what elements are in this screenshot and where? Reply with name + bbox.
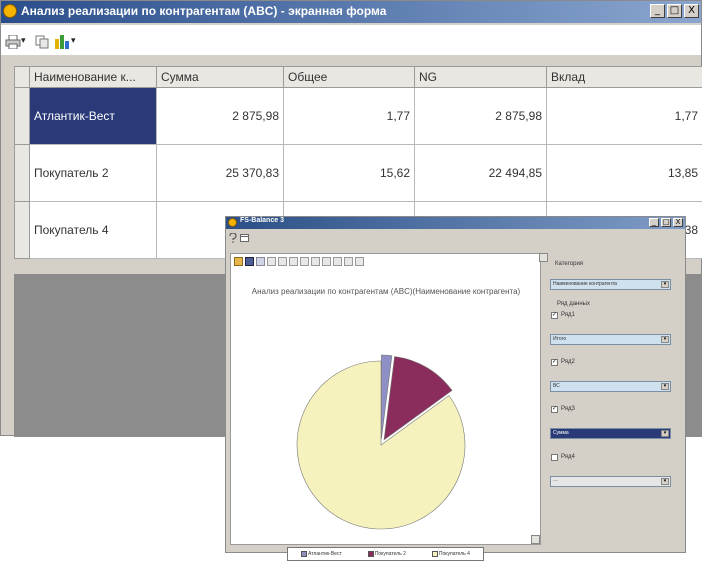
column-header[interactable]: Вклад <box>547 67 702 88</box>
chevron-down-icon[interactable]: ▾ <box>661 478 669 485</box>
legend-item: Покупатель 2 <box>368 551 406 557</box>
series1-value: Итого <box>553 336 566 342</box>
row-header[interactable] <box>15 202 30 259</box>
row-header[interactable] <box>15 88 30 145</box>
series2-value: ВС <box>553 383 560 389</box>
column-header[interactable]: NG <box>415 67 547 88</box>
data-rows-label: Ряд данных <box>557 301 590 307</box>
legend-swatch <box>301 551 307 557</box>
column-header[interactable]: Наименование к... <box>30 67 157 88</box>
table-header-row: Наименование к... Сумма Общее NG Вклад <box>15 67 702 88</box>
legend-item: Атлантик-Вест <box>301 551 342 557</box>
chart-maximize-button[interactable]: □ <box>661 218 671 227</box>
question-icon[interactable] <box>229 233 237 243</box>
chevron-down-icon[interactable]: ▾ <box>661 281 669 288</box>
series3-checkbox[interactable]: ✓ <box>551 406 558 413</box>
category-label: Категория <box>555 261 583 267</box>
chart-window: FS-Balance 3 _ □ X <box>225 216 686 553</box>
copy-button[interactable] <box>35 35 49 52</box>
minimize-button[interactable]: _ <box>650 4 665 18</box>
table-corner <box>15 67 30 88</box>
series2-checkbox[interactable]: ✓ <box>551 359 558 366</box>
table-cell[interactable]: 1,77 <box>547 88 702 145</box>
resize-grip[interactable] <box>531 535 540 544</box>
chart-icon <box>54 34 70 49</box>
chevron-down-icon[interactable]: ▾ <box>661 336 669 343</box>
series4-select[interactable]: — ▾ <box>550 476 671 487</box>
main-title-bar: Анализ реализации по контрагентам (ABC) … <box>1 1 701 23</box>
print-button[interactable] <box>5 35 21 52</box>
series1-select[interactable]: Итого ▾ <box>550 334 671 345</box>
table-row[interactable]: Атлантик-Вест 2 875,98 1,77 2 875,98 1,7… <box>15 88 702 145</box>
panel-scroll-button[interactable] <box>539 253 548 262</box>
chart-minimize-button[interactable]: _ <box>649 218 659 227</box>
row-header[interactable] <box>15 145 30 202</box>
chart-title-bar: FS-Balance 3 _ □ X <box>226 217 685 229</box>
table-cell[interactable]: 2 875,98 <box>415 88 547 145</box>
app-icon <box>3 4 17 18</box>
legend-label: Атлантик-Вест <box>308 551 342 557</box>
copy-icon <box>35 35 49 49</box>
chart-panel: Анализ реализации по контрагентам (ABC)(… <box>230 253 541 545</box>
window-icon[interactable] <box>240 234 249 242</box>
table-cell[interactable]: Покупатель 4 <box>30 202 157 259</box>
series1-label: Ряд1 <box>561 312 575 318</box>
series3-select[interactable]: Сумма ▾ <box>550 428 671 439</box>
chart-app-icon <box>228 218 237 227</box>
chevron-down-icon[interactable]: ▾ <box>661 430 669 437</box>
series4-label: Ряд4 <box>561 454 575 460</box>
maximize-button[interactable]: □ <box>667 4 682 18</box>
chart-legend: Атлантик-Вест Покупатель 2 Покупатель 4 <box>287 547 484 561</box>
pie-chart <box>231 254 540 544</box>
series3-label: Ряд3 <box>561 406 575 412</box>
table-row[interactable]: Покупатель 2 25 370,83 15,62 22 494,85 1… <box>15 145 702 202</box>
chart-window-title: FS-Balance 3 <box>240 217 284 224</box>
column-header[interactable]: Сумма <box>157 67 284 88</box>
series2-select[interactable]: ВС ▾ <box>550 381 671 392</box>
legend-item: Покупатель 4 <box>432 551 470 557</box>
legend-label: Покупатель 2 <box>375 551 406 557</box>
category-select[interactable]: Наименование контрагента ▾ <box>550 279 671 290</box>
chevron-down-icon[interactable]: ▾ <box>661 383 669 390</box>
chart-button[interactable] <box>54 34 70 52</box>
series2-label: Ряд2 <box>561 359 575 365</box>
table-cell[interactable]: 25 370,83 <box>157 145 284 202</box>
chart-dropdown[interactable]: ▾ <box>71 35 76 46</box>
printer-icon <box>5 35 21 49</box>
series1-checkbox[interactable]: ✓ <box>551 312 558 319</box>
series4-checkbox[interactable] <box>551 454 558 461</box>
series3-value: Сумма <box>553 430 569 436</box>
close-button[interactable]: X <box>684 4 699 18</box>
table-cell[interactable]: 15,62 <box>284 145 415 202</box>
legend-swatch <box>368 551 374 557</box>
chart-settings-panel: Категория Наименование контрагента ▾ Ряд… <box>547 253 677 545</box>
chart-close-button[interactable]: X <box>673 218 683 227</box>
table-cell[interactable]: 2 875,98 <box>157 88 284 145</box>
table-cell[interactable]: 1,77 <box>284 88 415 145</box>
print-dropdown[interactable]: ▾ <box>21 35 26 46</box>
table-cell[interactable]: 22 494,85 <box>415 145 547 202</box>
column-header[interactable]: Общее <box>284 67 415 88</box>
main-toolbar: ▾ ▾ <box>1 25 701 55</box>
table-cell[interactable]: Атлантик-Вест <box>30 88 157 145</box>
category-value: Наименование контрагента <box>553 281 617 287</box>
window-title: Анализ реализации по контрагентам (ABC) … <box>21 4 386 18</box>
legend-label: Покупатель 4 <box>439 551 470 557</box>
chart-window-toolbar <box>226 230 685 246</box>
table-cell[interactable]: Покупатель 2 <box>30 145 157 202</box>
table-cell[interactable]: 13,85 <box>547 145 702 202</box>
legend-swatch <box>432 551 438 557</box>
series4-value: — <box>553 478 558 484</box>
